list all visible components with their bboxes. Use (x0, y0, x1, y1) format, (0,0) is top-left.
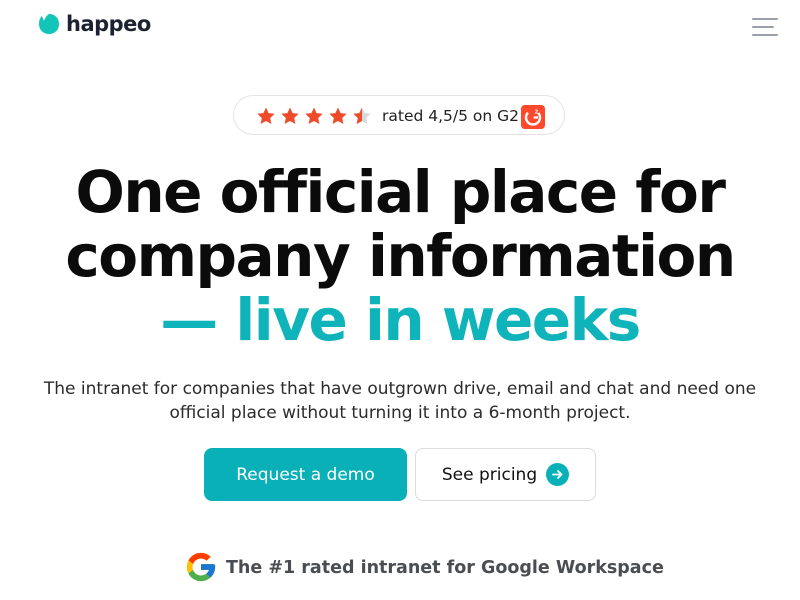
subtitle-line-2: official place without turning it into a… (169, 403, 631, 423)
hamburger-menu-icon[interactable] (752, 16, 780, 38)
headline-line-1: One official place for (75, 158, 726, 226)
happeo-logo-link[interactable]: happeo (38, 12, 151, 36)
brand-name: happeo (66, 12, 151, 36)
google-workspace-trust: The #1 rated intranet for Google Workspa… (0, 550, 800, 586)
half-star-icon (353, 107, 371, 124)
svg-text:2: 2 (535, 110, 539, 116)
site-header: happeo (0, 0, 800, 52)
arrow-right-icon (546, 463, 570, 486)
star-icon (281, 107, 299, 124)
rating-text: rated 4,5/5 on G2 (382, 107, 520, 125)
star-icon (329, 107, 347, 124)
request-demo-button[interactable]: Request a demo (204, 448, 407, 501)
headline-accent: — live in weeks (160, 286, 641, 354)
g2-logo-icon: 2 (521, 105, 545, 129)
see-pricing-button[interactable]: See pricing (415, 448, 596, 501)
g2-rating-badge[interactable]: rated 4,5/5 on G2 2 (233, 95, 565, 135)
star-icon (257, 107, 275, 124)
request-demo-label: Request a demo (236, 464, 375, 485)
hero-subtitle: The intranet for companies that have out… (40, 377, 760, 425)
star-icon (305, 107, 323, 124)
google-logo-icon (186, 552, 216, 582)
subtitle-line-1: The intranet for companies that have out… (43, 379, 757, 399)
google-workspace-text: The #1 rated intranet for Google Workspa… (226, 558, 664, 578)
happeo-logo-icon (39, 14, 59, 34)
headline-line-2: company information (65, 222, 736, 290)
hero-headline: One official place for company informati… (0, 160, 800, 352)
see-pricing-label: See pricing (441, 464, 538, 485)
